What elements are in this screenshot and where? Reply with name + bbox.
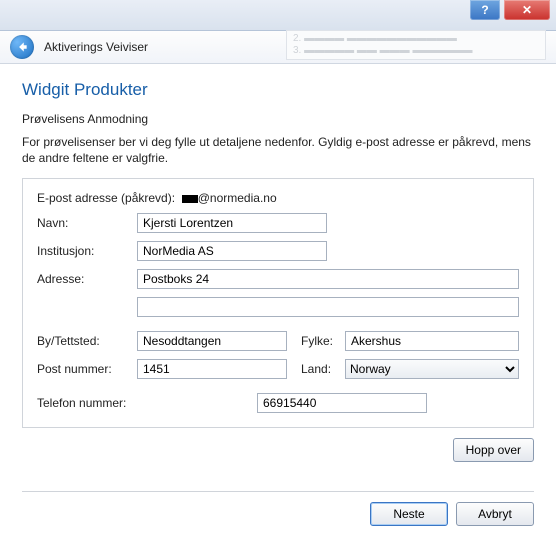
email-value-suffix: @normedia.no bbox=[198, 191, 277, 205]
back-arrow-icon bbox=[15, 40, 29, 54]
postcode-label: Post nummer: bbox=[37, 362, 137, 376]
country-select[interactable]: Norway bbox=[345, 359, 519, 379]
row-email: E-post adresse (påkrevd): @normedia.no bbox=[37, 191, 519, 205]
phone-label: Telefon nummer: bbox=[37, 396, 257, 410]
row-phone: Telefon nummer: bbox=[37, 393, 519, 413]
county-input[interactable] bbox=[345, 331, 519, 351]
close-icon: ✕ bbox=[522, 3, 532, 17]
page-title: Widgit Produkter bbox=[22, 80, 534, 100]
close-button[interactable]: ✕ bbox=[504, 0, 550, 20]
address-label: Adresse: bbox=[37, 272, 137, 286]
cancel-button[interactable]: Avbryt bbox=[456, 502, 534, 526]
city-label: By/Tettsted: bbox=[37, 334, 137, 348]
content-area: Widgit Produkter Prøvelisens Anmodning F… bbox=[0, 64, 556, 536]
titlebar: ? ✕ bbox=[0, 0, 556, 31]
row-address-2 bbox=[37, 297, 519, 317]
address-input-2[interactable] bbox=[137, 297, 519, 317]
wizard-ghost-panel: 2. ▬▬▬▬ ▬▬▬▬▬▬▬▬▬▬▬ 3. ▬▬▬▬▬ ▬▬ ▬▬▬ ▬▬▬▬… bbox=[286, 30, 546, 60]
phone-input[interactable] bbox=[257, 393, 427, 413]
skip-button[interactable]: Hopp over bbox=[453, 438, 534, 462]
country-label: Land: bbox=[301, 362, 345, 376]
page-instructions: For prøvelisenser ber vi deg fylle ut de… bbox=[22, 134, 534, 166]
ghost-line: 2. ▬▬▬▬ ▬▬▬▬▬▬▬▬▬▬▬ bbox=[293, 33, 539, 44]
activation-wizard-window: ? ✕ Aktiverings Veiviser 2. ▬▬▬▬ ▬▬▬▬▬▬▬… bbox=[0, 0, 556, 536]
back-button[interactable] bbox=[10, 35, 34, 59]
email-masked-prefix bbox=[182, 195, 198, 203]
ghost-line: 3. ▬▬▬▬▬ ▬▬ ▬▬▬ ▬▬▬▬▬▬ bbox=[293, 45, 539, 56]
nav-buttons: Neste Avbryt bbox=[370, 492, 534, 526]
row-address-1: Adresse: bbox=[37, 269, 519, 289]
wizard-title: Aktiverings Veiviser bbox=[44, 40, 148, 54]
form-frame: E-post adresse (påkrevd): @normedia.no N… bbox=[22, 178, 534, 428]
row-post-country: Post nummer: Land: Norway bbox=[37, 359, 519, 379]
city-input[interactable] bbox=[137, 331, 287, 351]
page-subheading: Prøvelisens Anmodning bbox=[22, 112, 534, 126]
postcode-input[interactable] bbox=[137, 359, 287, 379]
county-label: Fylke: bbox=[301, 334, 345, 348]
next-button[interactable]: Neste bbox=[370, 502, 448, 526]
institution-label: Institusjon: bbox=[37, 244, 137, 258]
row-city-county: By/Tettsted: Fylke: bbox=[37, 331, 519, 351]
help-button[interactable]: ? bbox=[470, 0, 500, 20]
help-icon: ? bbox=[481, 3, 488, 17]
name-input[interactable] bbox=[137, 213, 327, 233]
row-institution: Institusjon: bbox=[37, 241, 519, 261]
row-name: Navn: bbox=[37, 213, 519, 233]
address-input-1[interactable] bbox=[137, 269, 519, 289]
email-label: E-post adresse (påkrevd): @normedia.no bbox=[37, 191, 277, 205]
institution-input[interactable] bbox=[137, 241, 327, 261]
name-label: Navn: bbox=[37, 216, 137, 230]
